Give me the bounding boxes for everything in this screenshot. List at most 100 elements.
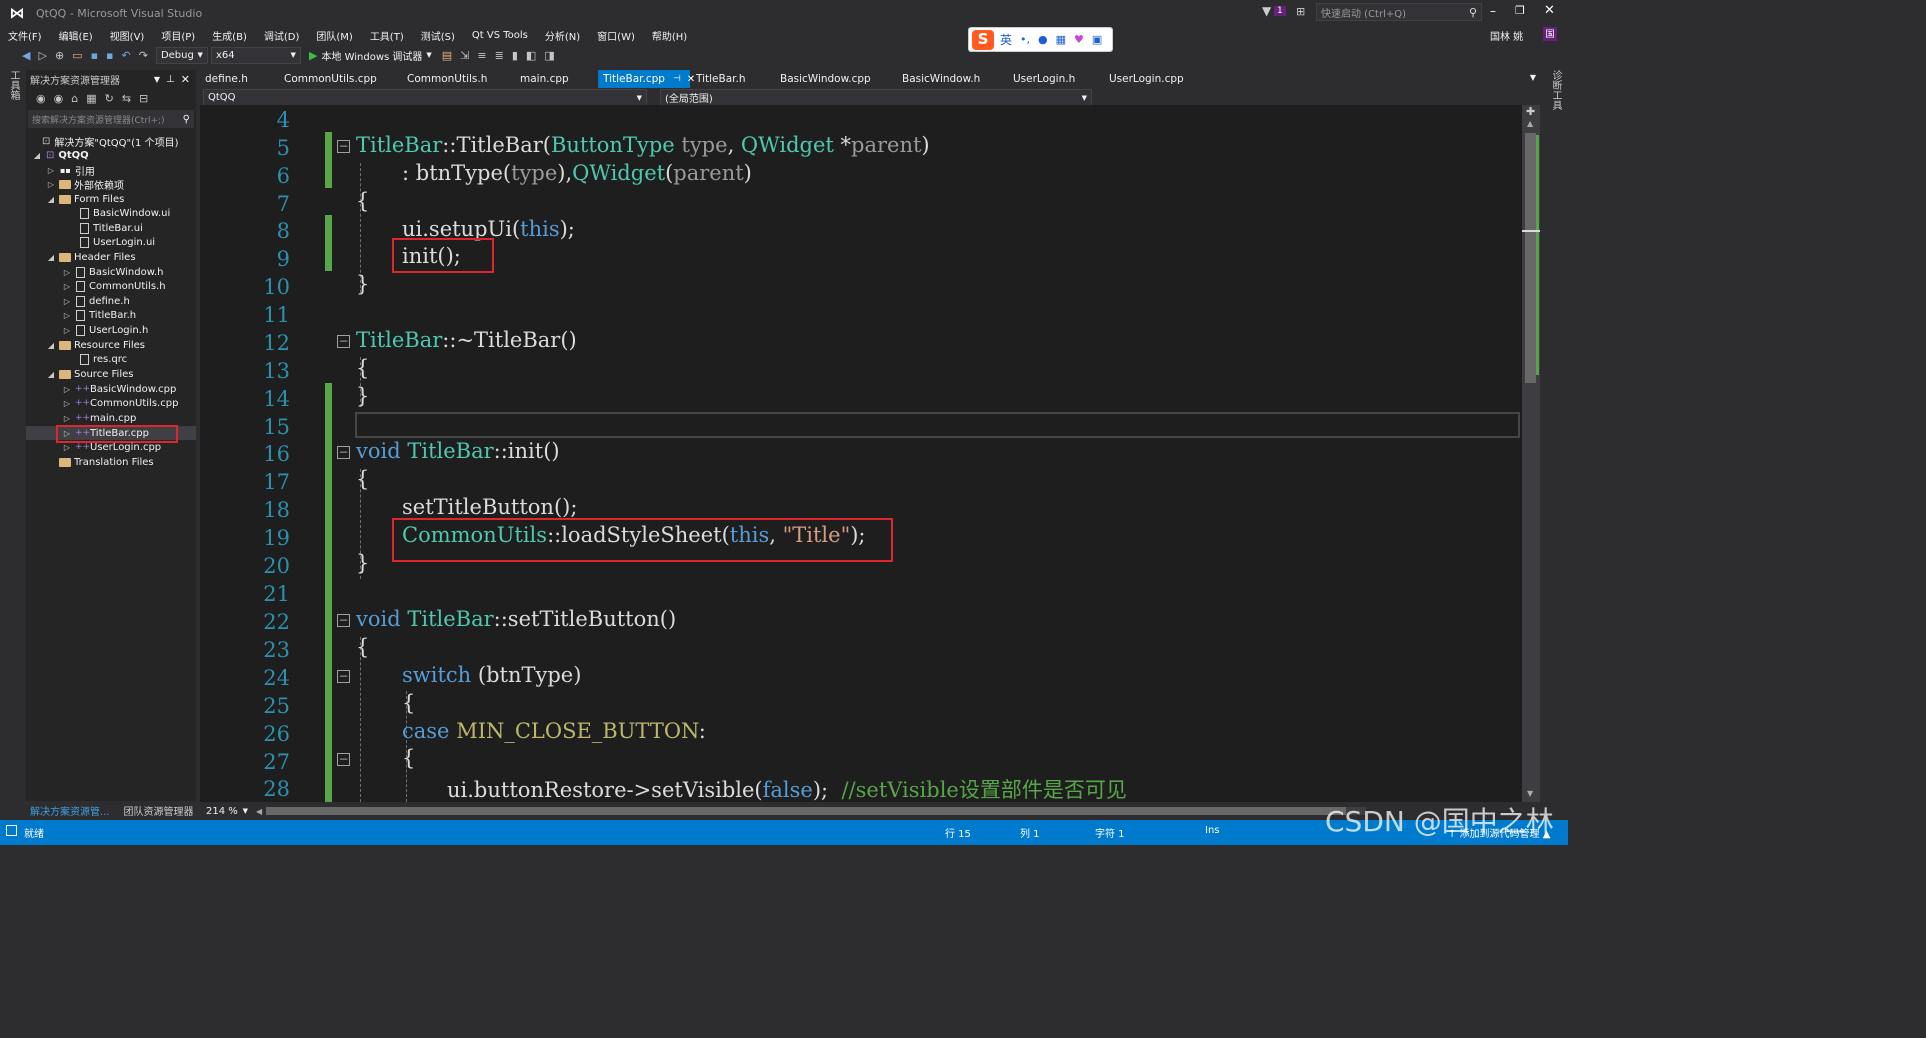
tree-folder-source-files[interactable]: ◢ Source Files bbox=[46, 367, 134, 381]
collapsed-icon[interactable]: ▷ bbox=[62, 385, 72, 394]
back-icon[interactable]: ◀ bbox=[22, 49, 30, 62]
horizontal-scroll-thumb[interactable] bbox=[266, 807, 1347, 815]
scope-select[interactable]: (全局范围) ▼ bbox=[660, 89, 1092, 106]
code-line-6[interactable]: : btnType(type),QWidget(parent) bbox=[402, 161, 752, 185]
code-line-23[interactable]: { bbox=[356, 635, 369, 659]
bookmark-icon[interactable]: ▮ bbox=[512, 49, 518, 62]
tree-file[interactable]: ▷ BasicWindow.h bbox=[62, 265, 164, 279]
menu-debug[interactable]: 调试(D) bbox=[264, 28, 300, 43]
tree-folder-form-files[interactable]: ◢ Form Files bbox=[46, 192, 124, 206]
home-icon[interactable]: ⌂ bbox=[71, 92, 78, 105]
tree-file[interactable]: TitleBar.ui bbox=[76, 221, 143, 235]
expanded-icon[interactable]: ◢ bbox=[46, 341, 56, 350]
tab-solution-explorer[interactable]: 解决方案资源管... bbox=[30, 803, 110, 818]
expanded-icon[interactable]: ◢ bbox=[46, 370, 56, 379]
code-line-22[interactable]: void TitleBar::setTitleButton() bbox=[356, 607, 676, 631]
save-icon[interactable]: ▪ bbox=[91, 49, 98, 62]
tab-define-h[interactable]: define.h bbox=[200, 70, 253, 88]
code-line-18[interactable]: setTitleButton(); bbox=[402, 495, 577, 519]
toolbox-label[interactable]: 工具箱 bbox=[6, 70, 21, 100]
tab-userlogin-h[interactable]: UserLogin.h bbox=[1008, 70, 1080, 88]
code-line-16[interactable]: void TitleBar::init() bbox=[356, 439, 560, 463]
code-line-5[interactable]: TitleBar::TitleBar(ButtonType type, QWid… bbox=[356, 133, 930, 157]
menu-test[interactable]: 测试(S) bbox=[421, 28, 455, 43]
vertical-scrollbar[interactable]: ✚ ▲ ▼ bbox=[1522, 105, 1540, 802]
menu-qt-vs-tools[interactable]: Qt VS Tools bbox=[472, 30, 528, 41]
pin-icon[interactable]: ⊣ bbox=[673, 74, 681, 84]
collapsed-icon[interactable]: ▷ bbox=[62, 282, 72, 291]
tree-file[interactable]: res.qrc bbox=[76, 352, 127, 366]
collapsed-icon[interactable]: ▷ bbox=[62, 297, 72, 306]
notification-badge[interactable]: 1 bbox=[1274, 6, 1286, 16]
attach-icon[interactable]: ▤ bbox=[442, 49, 452, 62]
collapse-icon[interactable]: − bbox=[337, 140, 350, 153]
tab-basicwindow-cpp[interactable]: BasicWindow.cpp bbox=[775, 70, 876, 88]
tree-project[interactable]: ◢ ⊡ QtQQ bbox=[32, 148, 89, 162]
menu-view[interactable]: 视图(V) bbox=[110, 28, 145, 43]
solution-search-input[interactable]: 搜索解决方案资源管理器(Ctrl+;) ⚲ bbox=[28, 110, 194, 128]
tab-team-explorer[interactable]: 团队资源管理器 bbox=[124, 803, 194, 818]
tree-file[interactable]: ▷ ++ UserLogin.cpp bbox=[62, 440, 161, 454]
code-line-26[interactable]: case MIN_CLOSE_BUTTON: bbox=[402, 719, 706, 743]
menu-build[interactable]: 生成(B) bbox=[212, 28, 247, 43]
tree-file[interactable]: ▷ ++ BasicWindow.cpp bbox=[62, 382, 176, 396]
bookmark-next-icon[interactable]: ◨ bbox=[544, 49, 554, 62]
tab-titlebar-cpp[interactable]: TitleBar.cpp ⊣ ✕ bbox=[598, 70, 695, 88]
menu-file[interactable]: 文件(F) bbox=[8, 28, 42, 43]
tree-file[interactable]: ▷ CommonUtils.h bbox=[62, 279, 166, 293]
tree-file[interactable]: ▷ TitleBar.h bbox=[62, 308, 136, 322]
undo-icon[interactable]: ↶ bbox=[122, 49, 131, 62]
collapse-icon[interactable]: − bbox=[337, 753, 350, 766]
pin-icon[interactable]: ⊥ bbox=[166, 74, 175, 85]
bookmark-prev-icon[interactable]: ◧ bbox=[526, 49, 536, 62]
restore-button[interactable]: ❐ bbox=[1515, 4, 1525, 17]
tab-basicwindow-h[interactable]: BasicWindow.h bbox=[897, 70, 985, 88]
user-avatar[interactable]: 国 bbox=[1543, 27, 1557, 41]
tab-main-cpp[interactable]: main.cpp bbox=[515, 70, 574, 88]
save-all-icon[interactable]: ▪ bbox=[106, 49, 113, 62]
tree-item-external-deps[interactable]: ▷ 外部依赖项 bbox=[46, 177, 124, 192]
minimize-button[interactable]: – bbox=[1490, 4, 1496, 18]
scroll-up-icon[interactable]: ▲ bbox=[1527, 119, 1533, 128]
step-icon[interactable]: ⇲ bbox=[460, 49, 469, 62]
switch-views-icon[interactable]: ▦ bbox=[86, 92, 96, 105]
collapsed-icon[interactable]: ▷ bbox=[62, 268, 72, 277]
new-project-icon[interactable]: ⊕ bbox=[55, 49, 64, 62]
menu-team[interactable]: 团队(M) bbox=[316, 28, 352, 43]
collapsed-icon[interactable]: ▷ bbox=[62, 311, 72, 320]
tree-folder-resource-files[interactable]: ◢ Resource Files bbox=[46, 338, 145, 352]
tab-titlebar-h[interactable]: TitleBar.h bbox=[691, 70, 751, 88]
quick-launch-box[interactable]: 快速启动 (Ctrl+Q) ⚲ bbox=[1316, 3, 1482, 21]
collapse-icon[interactable]: − bbox=[337, 335, 350, 348]
close-button[interactable]: ✕ bbox=[1544, 3, 1555, 18]
project-select[interactable]: QtQQ ▼ bbox=[203, 89, 647, 106]
tree-file[interactable]: ▷ define.h bbox=[62, 294, 130, 308]
code-line-24[interactable]: switch (btnType) bbox=[402, 663, 581, 687]
uncomment-icon[interactable]: ≣ bbox=[495, 49, 504, 62]
tree-folder-header-files[interactable]: ◢ Header Files bbox=[46, 250, 136, 264]
collapse-all-icon[interactable]: ⊟ bbox=[139, 92, 148, 105]
tree-file[interactable]: UserLogin.ui bbox=[76, 235, 155, 249]
code-line-27[interactable]: { bbox=[402, 746, 415, 770]
menu-window[interactable]: 窗口(W) bbox=[597, 28, 635, 43]
menu-help[interactable]: 帮助(H) bbox=[652, 28, 687, 43]
comment-icon[interactable]: ≡ bbox=[477, 49, 486, 62]
code-line-7[interactable]: { bbox=[356, 189, 369, 213]
back-icon[interactable]: ◉ bbox=[36, 92, 46, 105]
code-line-14[interactable]: } bbox=[356, 384, 369, 408]
tree-file[interactable]: ▷ ++ main.cpp bbox=[62, 411, 136, 425]
tree-item-references[interactable]: ▷ ▪▪ 引用 bbox=[46, 163, 95, 178]
collapsed-icon[interactable]: ▷ bbox=[62, 414, 72, 423]
code-line-10[interactable]: } bbox=[356, 272, 369, 296]
filter-icon[interactable]: ▼ bbox=[1262, 4, 1271, 18]
tab-overflow-icon[interactable]: ▼ bbox=[1530, 73, 1536, 82]
collapse-icon[interactable]: − bbox=[337, 614, 350, 627]
collapsed-icon[interactable]: ▷ bbox=[62, 399, 72, 408]
code-line-13[interactable]: { bbox=[356, 356, 369, 380]
dropdown-icon[interactable]: ▼ bbox=[154, 75, 160, 84]
redo-icon[interactable]: ↷ bbox=[139, 49, 148, 62]
close-icon[interactable]: ✕ bbox=[181, 73, 190, 86]
output-icon[interactable] bbox=[6, 825, 17, 836]
menu-edit[interactable]: 编辑(E) bbox=[59, 28, 93, 43]
code-line-17[interactable]: { bbox=[356, 467, 369, 491]
